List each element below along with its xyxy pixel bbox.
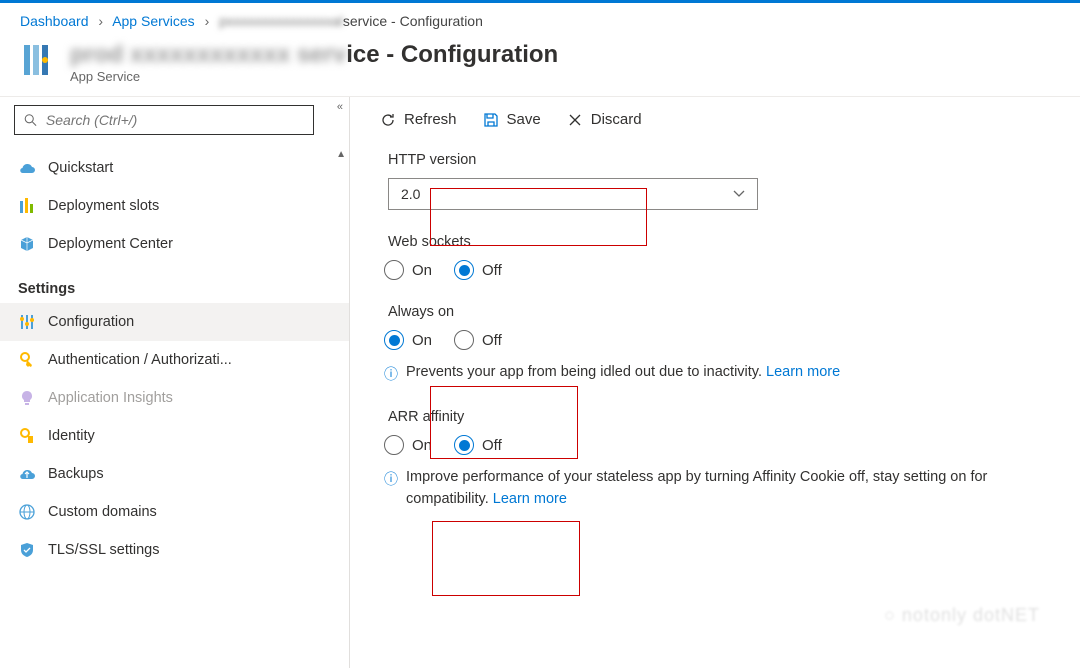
search-input[interactable] [46, 112, 304, 128]
breadcrumb: Dashboard › App Services › pxxxxxxxxxxxx… [0, 3, 1080, 37]
hint-text: Prevents your app from being idled out d… [406, 362, 840, 384]
radio-icon [454, 260, 474, 280]
sidebar-item-tls-ssl[interactable]: TLS/SSL settings [0, 531, 349, 569]
lightbulb-icon [18, 390, 36, 406]
field-label: HTTP version [380, 152, 1050, 168]
page-header: prod xxxxxxxxxxxx service - Configuratio… [0, 37, 1080, 96]
sidebar-item-label: Backups [48, 466, 104, 482]
web-sockets-off[interactable]: Off [454, 260, 502, 280]
package-icon [18, 236, 36, 252]
sidebar-item-label: Application Insights [48, 390, 173, 406]
sliders-icon [18, 314, 36, 330]
main-content: Refresh Save Discard HTTP version 2.0 We… [350, 97, 1080, 668]
radio-icon [454, 330, 474, 350]
always-on-on[interactable]: On [384, 330, 432, 350]
field-arr-affinity: ARR affinity On Off ⓘ Improve performanc… [380, 409, 1050, 511]
sidebar-item-label: Custom domains [48, 504, 157, 520]
radio-icon [384, 435, 404, 455]
always-on-off[interactable]: Off [454, 330, 502, 350]
field-http-version: HTTP version 2.0 [380, 152, 1050, 210]
sidebar-item-deployment-slots[interactable]: Deployment slots [0, 187, 349, 225]
page-title: ice - Configuration [346, 41, 558, 68]
sidebar-item-deployment-center[interactable]: Deployment Center [0, 225, 349, 263]
radio-icon [454, 435, 474, 455]
sidebar-item-label: Quickstart [48, 160, 113, 176]
info-icon: ⓘ [384, 469, 398, 490]
chevron-right-icon: › [205, 13, 210, 29]
refresh-button[interactable]: Refresh [380, 111, 457, 128]
http-version-dropdown[interactable]: 2.0 [388, 178, 758, 210]
sidebar-item-label: Authentication / Authorizati... [48, 352, 232, 368]
scroll-up-icon[interactable]: ▲ [336, 149, 346, 160]
save-icon [483, 112, 499, 128]
sidebar-section-settings: Settings [0, 263, 349, 303]
breadcrumb-current: service - Configuration [343, 13, 483, 29]
field-label: ARR affinity [380, 409, 1050, 425]
hint-text: Improve performance of your stateless ap… [406, 467, 1050, 511]
search-icon [24, 113, 37, 127]
sidebar-item-quickstart[interactable]: Quickstart [0, 149, 349, 187]
sidebar-item-identity[interactable]: Identity [0, 417, 349, 455]
collapse-sidebar-icon[interactable]: « [337, 101, 343, 113]
refresh-icon [380, 112, 396, 128]
learn-more-link[interactable]: Learn more [493, 491, 567, 507]
page-subtitle: App Service [70, 69, 558, 84]
cloud-icon [18, 161, 36, 175]
web-sockets-on[interactable]: On [384, 260, 432, 280]
sidebar-search[interactable] [14, 105, 314, 135]
sidebar-item-configuration[interactable]: Configuration [0, 303, 349, 341]
sidebar: « ▲ Quickstart Deployment slots Deployme… [0, 97, 350, 668]
key-icon [18, 428, 36, 444]
sidebar-item-label: Identity [48, 428, 95, 444]
field-label: Web sockets [380, 234, 1050, 250]
slots-icon [18, 198, 36, 214]
radio-icon [384, 330, 404, 350]
sidebar-item-application-insights[interactable]: Application Insights [0, 379, 349, 417]
cloud-upload-icon [18, 467, 36, 481]
info-icon: ⓘ [384, 364, 398, 385]
key-icon [18, 352, 36, 368]
app-service-icon [20, 41, 58, 82]
close-icon [567, 112, 583, 128]
chevron-right-icon: › [98, 13, 103, 29]
sidebar-item-label: TLS/SSL settings [48, 542, 160, 558]
sidebar-item-backups[interactable]: Backups [0, 455, 349, 493]
breadcrumb-dashboard[interactable]: Dashboard [20, 13, 89, 29]
save-button[interactable]: Save [483, 111, 541, 128]
sidebar-item-label: Deployment slots [48, 198, 159, 214]
arr-affinity-on[interactable]: On [384, 435, 432, 455]
shield-icon [18, 542, 36, 558]
field-label: Always on [380, 304, 1050, 320]
learn-more-link[interactable]: Learn more [766, 364, 840, 380]
arr-affinity-off[interactable]: Off [454, 435, 502, 455]
chevron-down-icon [733, 190, 745, 198]
sidebar-item-label: Deployment Center [48, 236, 173, 252]
radio-icon [384, 260, 404, 280]
discard-button[interactable]: Discard [567, 111, 642, 128]
toolbar: Refresh Save Discard [350, 97, 1080, 146]
sidebar-item-authentication[interactable]: Authentication / Authorizati... [0, 341, 349, 379]
globe-icon [18, 504, 36, 520]
sidebar-item-custom-domains[interactable]: Custom domains [0, 493, 349, 531]
field-web-sockets: Web sockets On Off [380, 234, 1050, 280]
sidebar-item-label: Configuration [48, 314, 134, 330]
breadcrumb-app-services[interactable]: App Services [112, 13, 194, 29]
field-always-on: Always on On Off ⓘ Prevents your app fro… [380, 304, 1050, 385]
